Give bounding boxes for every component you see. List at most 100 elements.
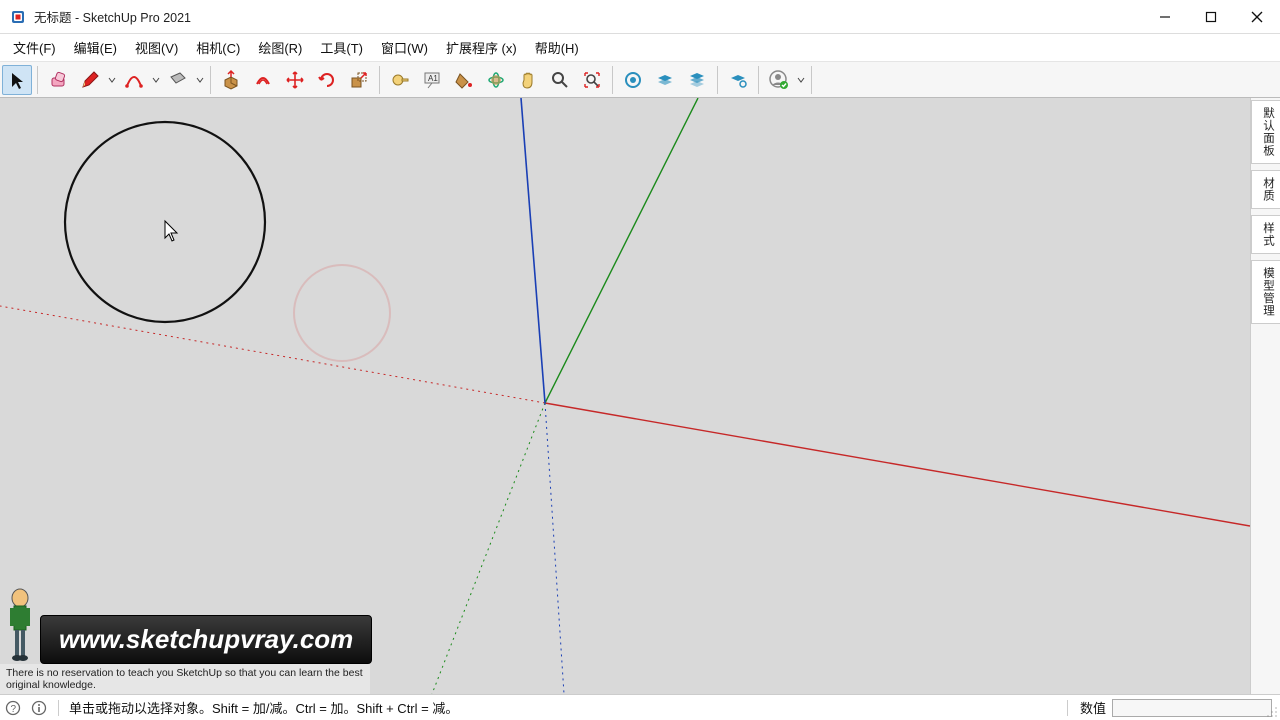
toolbar-separator [758, 66, 759, 94]
menu-camera[interactable]: 相机(C) [187, 35, 249, 60]
line-tool-dropdown[interactable] [107, 76, 117, 84]
axis-green-positive [545, 98, 698, 403]
menu-edit[interactable]: 编辑(E) [65, 35, 126, 60]
menu-tools[interactable]: 工具(T) [311, 35, 372, 60]
panel-tab-outliner[interactable]: 模型管理 [1251, 260, 1280, 324]
minimize-button[interactable] [1142, 0, 1188, 34]
axis-green-negative [432, 403, 545, 694]
paint-bucket-icon [454, 70, 474, 90]
vray-asset-button[interactable] [618, 65, 648, 95]
vray-gear-stack-icon [728, 70, 748, 90]
right-panel-tabs: 默认面板 材质 样式 模型管理 [1250, 98, 1280, 694]
menu-file[interactable]: 文件(F) [4, 35, 65, 60]
text-tool-button[interactable]: A1 [417, 65, 447, 95]
user-icon [768, 69, 790, 91]
offset-icon [253, 70, 273, 90]
menu-view[interactable]: 视图(V) [126, 35, 187, 60]
rotate-icon [317, 70, 337, 90]
user-account-dropdown[interactable] [796, 76, 806, 84]
vray-asset-icon [623, 70, 643, 90]
tape-measure-button[interactable] [385, 65, 415, 95]
arc-icon [124, 70, 144, 90]
watermark-overlay: www.sketchupvray.com There is no reserva… [0, 584, 372, 694]
panel-tab-styles[interactable]: 样式 [1251, 215, 1280, 254]
chevron-down-icon [108, 76, 116, 84]
chevron-down-icon [152, 76, 160, 84]
rectangle-icon [168, 70, 188, 90]
orbit-icon [486, 70, 506, 90]
select-tool-button[interactable] [2, 65, 32, 95]
arc-tool-dropdown[interactable] [151, 76, 161, 84]
chevron-down-icon [797, 76, 805, 84]
zoom-extents-button[interactable] [577, 65, 607, 95]
scale-tool-button[interactable] [344, 65, 374, 95]
zoom-tool-button[interactable] [545, 65, 575, 95]
minimize-icon [1159, 11, 1171, 23]
measurement-input[interactable] [1112, 699, 1272, 717]
eraser-tool-button[interactable] [43, 65, 73, 95]
offset-tool-button[interactable] [248, 65, 278, 95]
axis-blue-negative [545, 403, 564, 694]
status-info-button[interactable] [26, 700, 52, 716]
zoom-icon [550, 70, 570, 90]
status-hint-text: 单击或拖动以选择对象。Shift = 加/减。Ctrl = 加。Shift + … [65, 698, 458, 717]
chevron-down-icon [196, 76, 204, 84]
menu-draw[interactable]: 绘图(R) [249, 35, 311, 60]
resize-grip-icon[interactable] [1266, 706, 1278, 718]
vray-settings-button[interactable] [723, 65, 753, 95]
maximize-button[interactable] [1188, 0, 1234, 34]
arc-tool-button[interactable] [119, 65, 149, 95]
info-icon [31, 700, 47, 716]
status-help-button[interactable]: ? [0, 700, 26, 716]
user-account-button[interactable] [764, 65, 794, 95]
pushpull-tool-button[interactable] [216, 65, 246, 95]
workspace: www.sketchupvray.com There is no reserva… [0, 98, 1280, 694]
cursor-pointer-icon [165, 221, 177, 241]
window-title: 无标题 - SketchUp Pro 2021 [34, 7, 191, 26]
viewport[interactable]: www.sketchupvray.com There is no reserva… [0, 98, 1250, 694]
orbit-tool-button[interactable] [481, 65, 511, 95]
vray-frame-button[interactable] [650, 65, 680, 95]
menu-bar: 文件(F) 编辑(E) 视图(V) 相机(C) 绘图(R) 工具(T) 窗口(W… [0, 34, 1280, 62]
panel-tab-materials[interactable]: 材质 [1251, 170, 1280, 209]
pushpull-icon [221, 70, 241, 90]
menu-help[interactable]: 帮助(H) [526, 35, 588, 60]
menu-window[interactable]: 窗口(W) [372, 35, 437, 60]
menu-extensions[interactable]: 扩展程序 (x) [437, 35, 526, 60]
axis-red-negative [0, 306, 545, 403]
main-toolbar: A1 [0, 62, 1280, 98]
move-tool-button[interactable] [280, 65, 310, 95]
watermark-subtitle: There is no reservation to teach you Ske… [0, 664, 370, 694]
pencil-icon [80, 70, 100, 90]
toolbar-separator [811, 66, 812, 94]
title-bar: 无标题 - SketchUp Pro 2021 [0, 0, 1280, 34]
app-icon [8, 7, 28, 27]
rotate-tool-button[interactable] [312, 65, 342, 95]
move-icon [285, 70, 305, 90]
rectangle-tool-button[interactable] [163, 65, 193, 95]
mascot-icon [0, 584, 40, 664]
toolbar-separator [379, 66, 380, 94]
vray-render-button[interactable] [682, 65, 712, 95]
tape-icon [390, 70, 410, 90]
svg-text:A1: A1 [428, 74, 438, 83]
watermark-url: www.sketchupvray.com [40, 615, 372, 664]
pan-hand-icon [518, 70, 538, 90]
paint-bucket-button[interactable] [449, 65, 479, 95]
close-button[interactable] [1234, 0, 1280, 34]
scale-icon [349, 70, 369, 90]
toolbar-separator [37, 66, 38, 94]
zoom-extents-icon [582, 70, 602, 90]
select-icon [8, 71, 26, 89]
hover-circle-highlight [294, 265, 390, 361]
line-tool-button[interactable] [75, 65, 105, 95]
panel-tab-default[interactable]: 默认面板 [1251, 100, 1280, 164]
help-icon: ? [5, 700, 21, 716]
vray-stack-icon [655, 70, 675, 90]
rectangle-tool-dropdown[interactable] [195, 76, 205, 84]
status-separator [1067, 700, 1068, 716]
status-separator [58, 700, 59, 716]
axis-red-positive [545, 403, 1250, 526]
pan-tool-button[interactable] [513, 65, 543, 95]
close-icon [1251, 11, 1263, 23]
